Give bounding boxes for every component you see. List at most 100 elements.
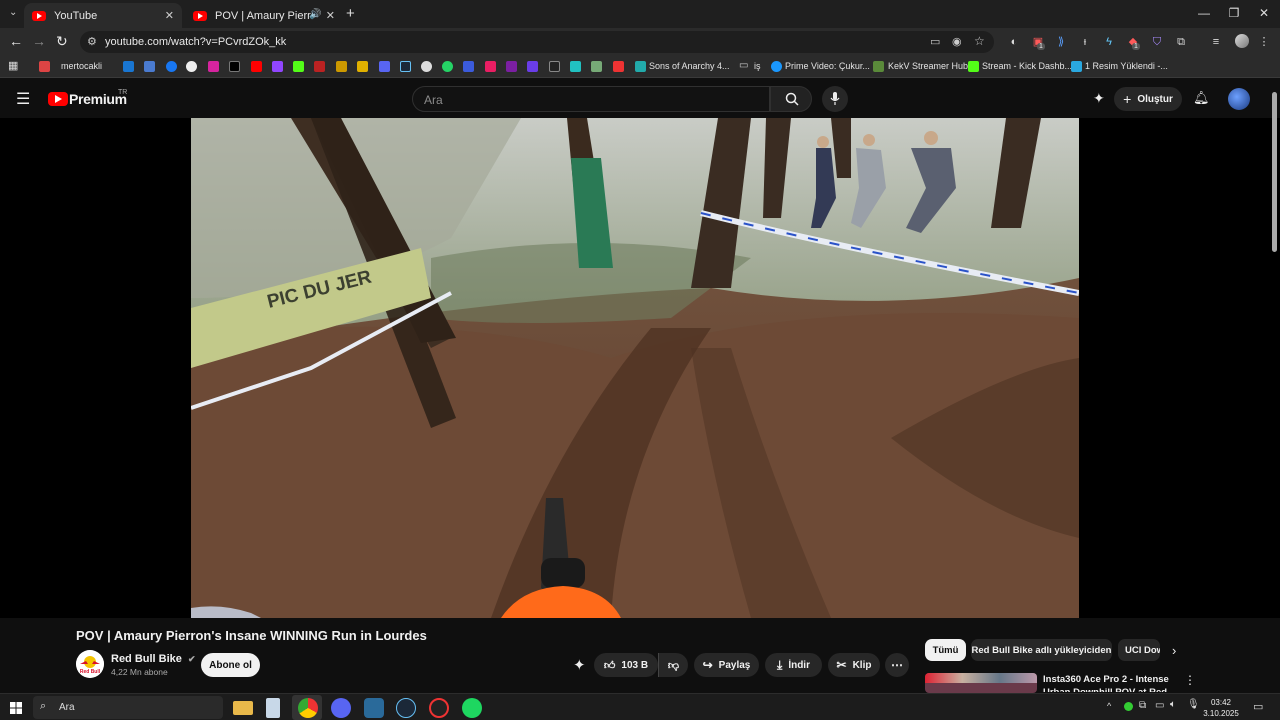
whatsapp-icon[interactable] [442, 61, 453, 72]
bookmark-icon[interactable] [527, 61, 538, 72]
tray-app-icon[interactable] [1124, 702, 1133, 711]
chip-from-uploader[interactable]: Red Bull Bike adlı yükleyiciden [971, 639, 1112, 661]
gemini-sparkle-icon[interactable]: ✦ [1093, 90, 1105, 107]
video-frame[interactable]: PIC DU JER [191, 118, 1079, 618]
chip-all[interactable]: Tümü [925, 639, 966, 661]
bookmark-label[interactable]: 1 Resim Yüklendi -... [1085, 61, 1168, 71]
bookmark-icon[interactable] [549, 61, 560, 72]
volume-icon[interactable]: 🔈︎ [1170, 699, 1176, 710]
bookmark-icon[interactable] [506, 61, 517, 72]
bookmark-icon[interactable] [379, 61, 390, 72]
download-button[interactable]: ⤓ İndir [765, 653, 822, 677]
calculator-icon[interactable] [266, 698, 280, 718]
bookmark-icon[interactable] [613, 61, 624, 72]
chevron-right-icon[interactable]: › [1172, 643, 1176, 658]
bookmark-icon[interactable] [314, 61, 325, 72]
subscribe-button[interactable]: Abone ol [201, 653, 260, 677]
kick-icon[interactable] [293, 61, 304, 72]
new-tab-icon[interactable]: + [346, 5, 355, 22]
back-icon[interactable]: ← [9, 33, 23, 49]
clip-button[interactable]: ✂ Klip [828, 653, 880, 677]
extensions-puzzle-icon[interactable]: ⧉ [1173, 34, 1189, 50]
bookmark-icon[interactable] [357, 61, 368, 72]
bookmark-icon[interactable] [635, 61, 646, 72]
chip-uci[interactable]: UCI Dow [1118, 639, 1160, 661]
facebook-icon[interactable] [166, 61, 177, 72]
bookmark-icon[interactable] [1071, 61, 1082, 72]
youtube-logo-icon[interactable] [48, 92, 68, 106]
steam-icon[interactable] [396, 698, 416, 718]
address-bar[interactable]: ⚙ youtube.com/watch?v=PCvrdZOk_kk ▭ ◉ ☆ [80, 31, 994, 53]
bookmark-folder-label[interactable]: iş [754, 61, 761, 71]
recommendation-thumbnail[interactable] [925, 673, 1037, 693]
notifications-bell-icon[interactable]: 🔔︎ [1193, 90, 1210, 106]
bookmark-icon[interactable] [873, 61, 884, 72]
bookmark-icon[interactable] [463, 61, 474, 72]
kick-icon[interactable] [968, 61, 979, 72]
bookmark-label[interactable]: mertocakli [61, 61, 102, 71]
bookmark-icon[interactable] [123, 61, 134, 72]
chrome-icon[interactable] [298, 698, 318, 718]
hamburger-menu-icon[interactable]: ☰ [16, 89, 30, 109]
tab-close-icon[interactable]: ✕ [165, 9, 174, 22]
bookmark-label[interactable]: KekV Streamer Hub [888, 61, 968, 71]
extension-icon[interactable]: ◐ [1006, 34, 1022, 50]
tab-youtube[interactable]: YouTube ✕ [24, 3, 182, 28]
app-icon[interactable] [364, 698, 384, 718]
bookmark-star-icon[interactable]: ☆ [974, 34, 985, 48]
reload-icon[interactable]: ↻ [56, 33, 68, 50]
file-explorer-icon[interactable] [233, 701, 253, 715]
share-button[interactable]: ↪ Paylaş [694, 653, 759, 677]
bookmark-label[interactable]: Prime Video: Çukur... [785, 61, 870, 71]
extension-icon[interactable]: ᵻ [1077, 34, 1093, 50]
page-scrollbar[interactable] [1272, 92, 1277, 252]
instagram-icon[interactable] [208, 61, 219, 72]
url-text[interactable]: youtube.com/watch?v=PCvrdZOk_kk [105, 36, 286, 48]
dislike-button[interactable]: 👎︎ [658, 653, 688, 677]
eye-off-icon[interactable]: ◉ [952, 35, 962, 48]
twitch-icon[interactable] [272, 61, 283, 72]
bookmark-label[interactable]: Sons of Anarchy 4... [649, 61, 730, 71]
bookmark-icon[interactable] [485, 61, 496, 72]
search-button[interactable] [770, 86, 812, 112]
shield-icon[interactable]: ⛉ [1149, 34, 1165, 50]
minimize-icon[interactable]: — [1194, 6, 1214, 20]
restore-icon[interactable]: ❐ [1224, 6, 1244, 20]
tray-chevron-up-icon[interactable]: ^ [1107, 701, 1111, 711]
channel-avatar[interactable]: Red Bull [76, 650, 104, 678]
window-close-icon[interactable]: ✕ [1254, 6, 1274, 20]
voice-search-button[interactable] [822, 86, 848, 112]
system-clock[interactable]: 03:42 3.10.2025 [1198, 697, 1244, 719]
bookmark-icon[interactable] [570, 61, 581, 72]
bookmark-label[interactable]: Stream - Kick Dashb... [982, 61, 1072, 71]
ask-sparkle-icon[interactable]: ✦ [573, 656, 586, 674]
recommendation-title[interactable]: Insta360 Ace Pro 2 - Intense Urban Downh… [1043, 673, 1175, 692]
reading-list-icon[interactable]: ≡ [1208, 34, 1224, 50]
network-icon[interactable]: ▭ [1155, 700, 1164, 711]
profile-avatar[interactable] [1235, 34, 1249, 48]
steam-icon[interactable] [400, 61, 411, 72]
channel-name[interactable]: Red Bull Bike ✔ [111, 653, 196, 665]
prime-video-icon[interactable] [771, 61, 782, 72]
bookmark-icon[interactable] [591, 61, 602, 72]
create-button[interactable]: + Oluştur [1114, 87, 1182, 111]
bookmark-icon[interactable] [336, 61, 347, 72]
tab-search-chevron-icon[interactable]: ⌄ [9, 7, 17, 18]
account-avatar[interactable] [1228, 88, 1250, 110]
search-input[interactable]: Ara [412, 86, 770, 112]
discord-icon[interactable] [331, 698, 351, 718]
github-icon[interactable] [421, 61, 432, 72]
google-icon[interactable] [186, 61, 197, 72]
site-info-icon[interactable]: ⚙ [87, 35, 97, 48]
video-player[interactable]: PIC DU JER [0, 118, 1280, 618]
channel-name-text[interactable]: Red Bull Bike [111, 653, 182, 665]
extension-icon[interactable]: ⟫ [1053, 34, 1069, 50]
notification-center-icon[interactable]: ▭ [1253, 700, 1263, 713]
tray-app-icon[interactable]: ⧉ [1139, 700, 1146, 711]
spotify-icon[interactable] [462, 698, 482, 718]
bookmark-icon[interactable] [144, 61, 155, 72]
gmail-icon[interactable] [39, 61, 50, 72]
extension-icon[interactable]: ϟ [1101, 34, 1117, 50]
x-icon[interactable] [229, 61, 240, 72]
more-actions-button[interactable]: ⋯ [885, 653, 909, 677]
